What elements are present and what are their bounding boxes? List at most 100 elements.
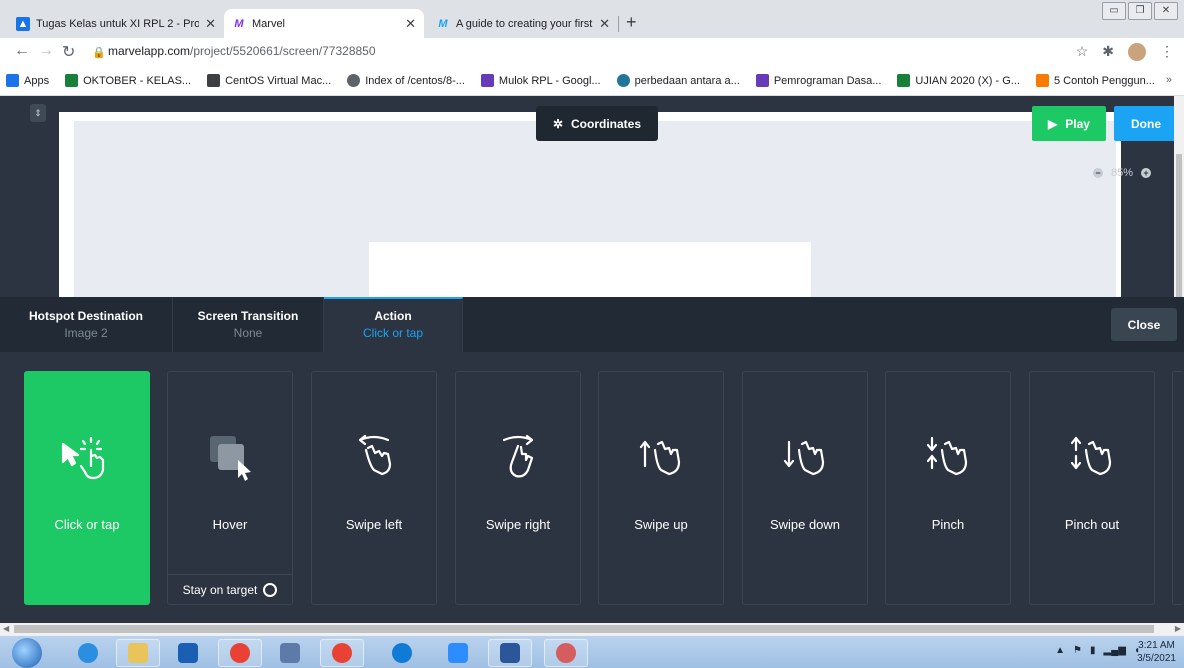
zoom-in-icon[interactable]: + [1141, 168, 1152, 178]
bookmark-item[interactable]: CentOS Virtual Mac... [207, 74, 331, 87]
stay-on-target-toggle[interactable]: Stay on target [168, 574, 292, 604]
action-swipe-down[interactable]: Swipe down [742, 371, 868, 605]
zoom-out-icon[interactable]: − [1093, 168, 1103, 178]
action-label: Swipe up [634, 517, 688, 532]
close-button[interactable]: Close [1111, 308, 1177, 341]
play-button[interactable]: ▶ Play [1032, 106, 1106, 141]
bookmark-apps[interactable]: Apps [6, 74, 49, 87]
browser-tab-classroom[interactable]: ▲ Tugas Kelas untuk XI RPL 2 - Pro ✕ [8, 9, 224, 38]
browser-toolbar: ← → ↻ 🔒 marvelapp.com/project/5520661/sc… [0, 38, 1184, 66]
action-next-partial[interactable] [1172, 371, 1184, 605]
taskbar-app[interactable] [166, 639, 210, 667]
sidebar-toggle-button[interactable]: ⇕ [30, 104, 46, 122]
tab-value: None [233, 326, 263, 340]
taskbar-snipping[interactable] [544, 639, 588, 667]
taskbar: ▲ ⚑ ▮ ▂▄▆ ◖ 3:21 AM 3/5/2021 [0, 635, 1184, 668]
close-tab-icon[interactable]: ✕ [205, 16, 216, 32]
action-pinch[interactable]: Pinch [885, 371, 1011, 605]
reload-icon[interactable]: ↻ [62, 42, 75, 62]
forms-icon [480, 74, 494, 87]
bookmark-item[interactable]: Pemrograman Dasa... [755, 74, 882, 87]
done-button[interactable]: Done [1114, 106, 1178, 141]
back-icon[interactable]: ← [14, 42, 30, 60]
forward-icon[interactable]: → [38, 42, 54, 60]
clock[interactable]: 3:21 AM 3/5/2021 [1137, 639, 1176, 665]
close-tab-icon[interactable]: ✕ [405, 16, 416, 32]
coordinates-button[interactable]: ✲ Coordinates [536, 106, 658, 141]
lock-icon[interactable]: 🔒 [92, 46, 106, 59]
new-tab-button[interactable]: + [626, 12, 637, 33]
tab-hotspot-destination[interactable]: Hotspot Destination Image 2 [0, 297, 173, 352]
start-button[interactable] [12, 638, 42, 668]
address-bar[interactable]: marvelapp.com/project/5520661/screen/773… [108, 44, 376, 58]
close-window-button[interactable]: ✕ [1154, 2, 1178, 20]
tab-screen-transition[interactable]: Screen Transition None [173, 297, 324, 352]
tab-separator [618, 16, 619, 32]
maximize-button[interactable]: ❐ [1128, 2, 1152, 20]
taskbar-keyboard[interactable] [268, 639, 312, 667]
action-click-or-tap[interactable]: Click or tap [24, 371, 150, 605]
hotspot-area[interactable] [369, 242, 811, 297]
scroll-thumb[interactable] [14, 625, 1154, 633]
play-icon: ▶ [1048, 116, 1058, 131]
swipe-left-icon [312, 432, 436, 482]
bookmarks-bar: Apps OKTOBER - KELAS... CentOS Virtual M… [0, 66, 1184, 96]
apps-grid-icon [6, 74, 19, 87]
swipe-down-icon [743, 432, 867, 482]
zoom-app-icon [448, 643, 468, 663]
tab-title: Screen Transition [197, 309, 299, 323]
minimize-button[interactable]: ▭ [1102, 2, 1126, 20]
action-swipe-right[interactable]: Swipe right [455, 371, 581, 605]
taskbar-zoom[interactable] [436, 639, 480, 667]
flag-icon[interactable]: ⚑ [1073, 645, 1082, 656]
url-host: marvelapp.com [108, 44, 191, 58]
bookmark-label: Pemrograman Dasa... [773, 74, 882, 87]
window-controls: ▭ ❐ ✕ [1100, 2, 1178, 20]
taskbar-explorer[interactable] [116, 639, 160, 667]
scroll-left-icon[interactable]: ◀ [3, 623, 9, 635]
browser-tab-guide[interactable]: M A guide to creating your first pro ✕ [428, 9, 618, 38]
action-swipe-up[interactable]: Swipe up [598, 371, 724, 605]
action-hover[interactable]: Hover Stay on target [167, 371, 293, 605]
show-hidden-icons-icon[interactable]: ▲ [1055, 645, 1065, 656]
bookmark-label: Index of /centos/8-... [365, 74, 465, 87]
action-pinch-out[interactable]: Pinch out [1029, 371, 1155, 605]
avatar[interactable] [1128, 43, 1146, 61]
bookmark-item[interactable]: Mulok RPL - Googl... [480, 74, 601, 87]
tab-title: Tugas Kelas untuk XI RPL 2 - Pro [36, 17, 200, 30]
bookmark-item[interactable]: Index of /centos/8-... [347, 74, 465, 87]
toolbar-actions: ☆ ✱ ⋮ [1076, 43, 1174, 61]
snipping-tool-icon [556, 643, 576, 663]
horizontal-scrollbar[interactable]: ◀ ▶ [0, 623, 1184, 635]
bookmark-item[interactable]: UJIAN 2020 (X) - G... [897, 74, 1020, 87]
scroll-thumb[interactable] [1176, 154, 1182, 297]
radio-icon[interactable] [263, 582, 278, 597]
star-icon[interactable]: ☆ [1076, 43, 1089, 61]
close-tab-icon[interactable]: ✕ [599, 16, 610, 32]
tab-action[interactable]: Action Click or tap [324, 297, 463, 352]
bookmark-item[interactable]: 5 Contoh Penggun... [1035, 74, 1155, 87]
bookmark-item[interactable]: OKTOBER - KELAS... [65, 74, 191, 87]
bookmark-label: 5 Contoh Penggun... [1053, 74, 1155, 87]
network-icon[interactable]: ▮ [1090, 645, 1096, 656]
chrome-icon [230, 643, 250, 663]
tap-gesture-icon [25, 432, 149, 482]
taskbar-chrome[interactable] [218, 639, 262, 667]
signal-icon[interactable]: ▂▄▆ [1103, 645, 1125, 656]
action-swipe-left[interactable]: Swipe left [311, 371, 437, 605]
extensions-icon[interactable]: ✱ [1102, 43, 1114, 61]
more-bookmarks-button[interactable]: » [1166, 74, 1172, 86]
scroll-right-icon[interactable]: ▶ [1175, 623, 1181, 635]
taskbar-edge[interactable] [380, 639, 424, 667]
taskbar-ie[interactable] [66, 639, 110, 667]
bookmark-item[interactable]: perbedaan antara a... [616, 74, 740, 87]
bookmark-label: Mulok RPL - Googl... [498, 74, 601, 87]
taskbar-word[interactable] [488, 639, 532, 667]
browser-tab-marvel[interactable]: M Marvel ✕ [224, 9, 424, 38]
vertical-scrollbar[interactable] [1174, 96, 1184, 297]
url-path: /project/5520661/screen/77328850 [190, 44, 376, 58]
clock-date: 3/5/2021 [1137, 653, 1176, 664]
taskbar-chrome-2[interactable] [320, 639, 364, 667]
menu-dots-icon[interactable]: ⋮ [1160, 43, 1174, 61]
swipe-up-icon [599, 432, 723, 482]
